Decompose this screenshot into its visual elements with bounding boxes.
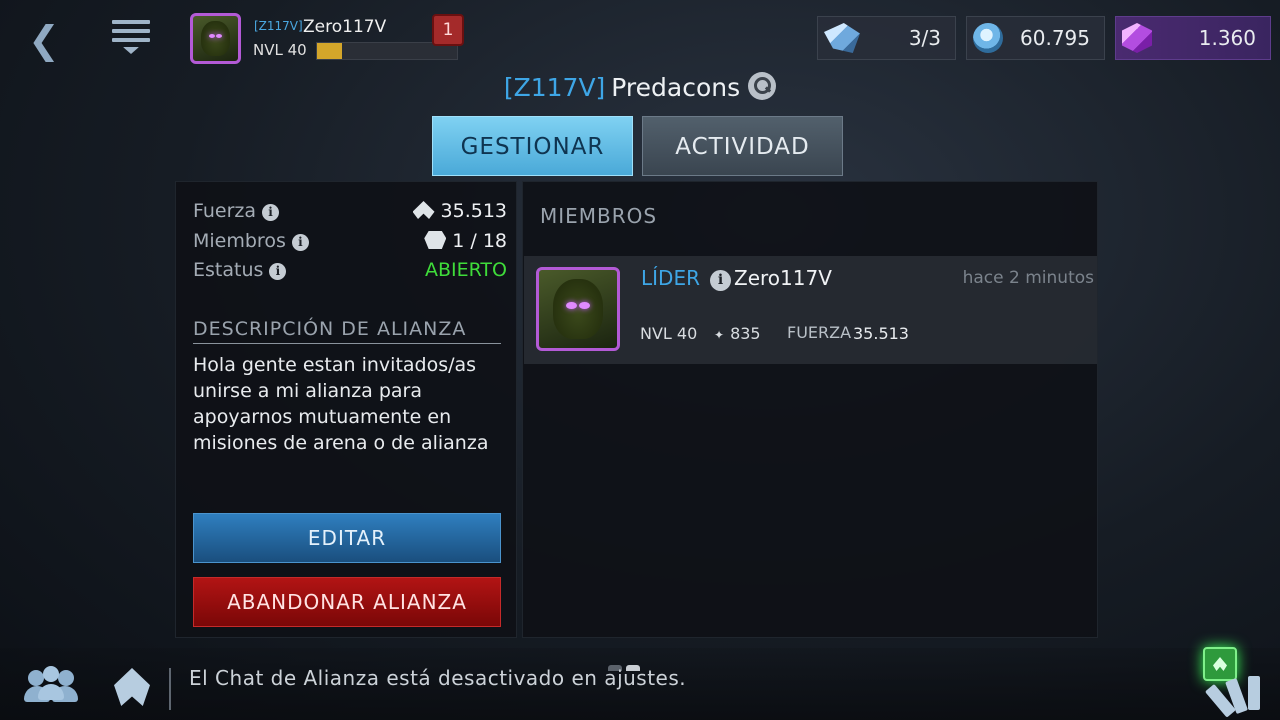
members-label: Miembros	[193, 230, 286, 252]
cards-icon[interactable]	[1204, 660, 1270, 718]
chat-message: El Chat de Alianza está desactivado en a…	[189, 666, 687, 690]
player-avatar[interactable]	[190, 13, 241, 64]
member-name: Zero117V	[734, 266, 832, 290]
info-icon[interactable]: i	[262, 204, 280, 221]
alliance-members-icon[interactable]	[24, 664, 78, 704]
description-title: DESCRIPCIÓN DE ALIANZA	[193, 318, 501, 344]
member-role-label: LÍDER	[641, 266, 700, 290]
page-dots	[608, 656, 648, 671]
status-label: Estatus	[193, 259, 264, 281]
members-panel	[522, 181, 1098, 638]
tab-gestionar[interactable]: GESTIONAR	[432, 116, 633, 176]
player-tag: [Z117V]	[254, 19, 303, 33]
power-stat: Fuerza i	[193, 200, 280, 222]
energy-icon	[824, 23, 860, 53]
info-icon[interactable]: i	[709, 270, 731, 291]
status-stat: Estatus i	[193, 259, 287, 281]
member-level: NVL 40	[640, 324, 698, 343]
alliance-name: Predacons	[611, 73, 741, 102]
leave-alliance-button[interactable]: ABANDONAR ALIANZA	[193, 577, 501, 627]
divider	[169, 668, 171, 710]
info-icon[interactable]: i	[291, 234, 309, 251]
power-icon	[412, 201, 435, 219]
notification-badge[interactable]: 1	[432, 14, 464, 46]
alliance-tag: [Z117V]	[503, 73, 606, 102]
rank-icon: ✦	[714, 328, 725, 342]
status-value: ABIERTO	[424, 259, 507, 281]
member-power: 35.513	[853, 324, 909, 343]
members-stat: Miembros i	[193, 230, 309, 252]
energy-value: 3/3	[908, 26, 941, 50]
tab-actividad[interactable]: ACTIVIDAD	[642, 116, 843, 176]
gems-value: 1.360	[1198, 26, 1256, 50]
info-icon[interactable]: i	[269, 263, 287, 280]
power-value: 35.513	[440, 200, 507, 222]
member-last-seen: hace 2 minutos	[962, 268, 1094, 288]
credits-counter[interactable]: 60.795	[966, 16, 1105, 60]
member-avatar[interactable]	[536, 267, 620, 351]
credits-value: 60.795	[1020, 26, 1090, 50]
gems-icon	[1122, 23, 1152, 53]
energy-counter[interactable]: 3/3	[817, 16, 956, 60]
player-name: Zero117V	[303, 17, 387, 37]
member-rank: ✦ 835	[714, 324, 761, 343]
members-value: 1 / 18	[452, 230, 507, 252]
power-label: Fuerza	[193, 200, 257, 222]
back-button[interactable]: ❮	[28, 20, 62, 60]
member-power-label: FUERZA	[787, 323, 852, 342]
power-value-wrap: 35.513	[412, 200, 507, 222]
member-role: LÍDER i	[641, 266, 731, 291]
member-rank-value: 835	[730, 324, 761, 343]
members-value-wrap: 1 / 18	[424, 230, 507, 252]
player-level: NVL 40	[253, 41, 307, 59]
edit-button[interactable]: EDITAR	[193, 513, 501, 563]
credits-icon	[973, 23, 1003, 53]
members-icon	[424, 231, 447, 249]
search-icon[interactable]	[748, 72, 777, 100]
members-heading: MIEMBROS	[540, 204, 658, 228]
gems-counter[interactable]: 1.360	[1115, 16, 1271, 60]
menu-icon[interactable]	[112, 20, 150, 64]
description-text: Hola gente estan invitados/as unirse a m…	[193, 354, 489, 454]
alliance-title: [Z117V] Predacons	[0, 72, 1280, 102]
